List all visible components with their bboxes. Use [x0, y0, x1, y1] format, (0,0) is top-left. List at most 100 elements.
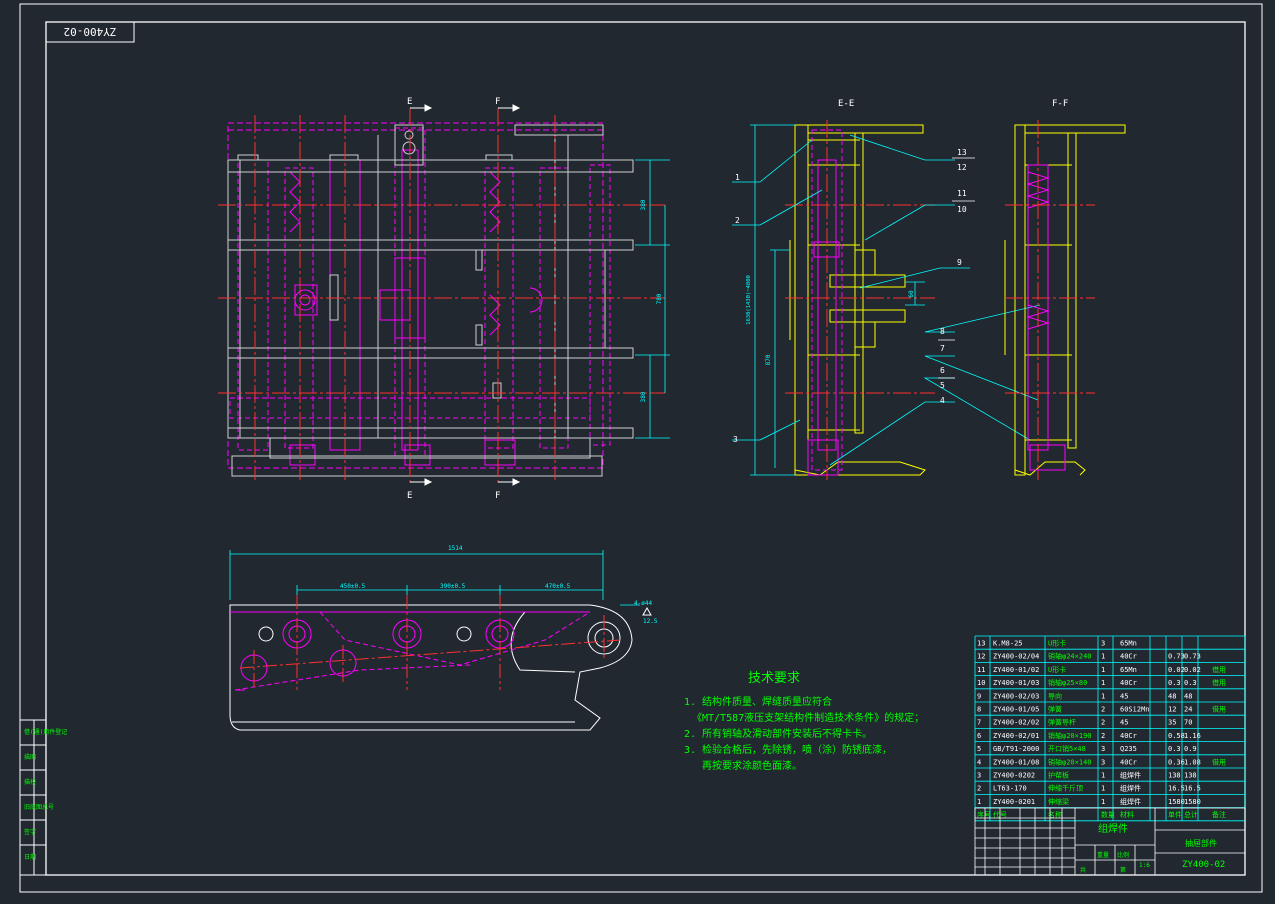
- bom-cell: 0.3: [1184, 679, 1197, 687]
- dim-plan-top: 380: [640, 199, 647, 210]
- leader-7: 7: [940, 344, 945, 353]
- leader-9: 9: [957, 258, 962, 267]
- bom-cell: U形卡: [1048, 665, 1066, 674]
- section-f-hidden: [1026, 164, 1066, 471]
- leader-12: 12: [957, 163, 967, 172]
- bom-cell: 1.16: [1184, 732, 1201, 740]
- bom-cell: ZY400-01/05: [993, 706, 1039, 714]
- bom-cell: 借用: [1212, 705, 1226, 714]
- bom-cell: 组焊件: [1120, 771, 1141, 780]
- bom-cell: 16.5: [1184, 785, 1201, 793]
- section-e-dims: [750, 124, 925, 476]
- bom-cell: 0.36: [1168, 758, 1185, 766]
- bom-cell: 弹簧导杆: [1048, 718, 1076, 727]
- bom-cell: K.M8-25: [993, 640, 1023, 648]
- dim-plan-bottom: 380: [640, 391, 647, 402]
- tech-line-5: 再按要求涂颜色面漆。: [684, 759, 802, 772]
- bom-cell: 0.3: [1168, 745, 1181, 753]
- bom-cell: 借用: [1212, 757, 1226, 766]
- bom-cell: 11: [977, 666, 985, 674]
- plan-outline: [227, 124, 634, 477]
- leader-labels-left: 1 2 3: [733, 173, 740, 444]
- dim-elev-seg2: 390±0.5: [440, 583, 466, 590]
- dim-elev-hole-r: 12.5: [643, 618, 658, 625]
- side-label-5: 签字: [24, 828, 36, 836]
- bom-cell: 12: [977, 653, 985, 661]
- bom-cell: 12: [1168, 706, 1176, 714]
- bom-cell: 65Mn: [1120, 666, 1137, 674]
- dim-elev-hole: 4-ø44: [634, 600, 652, 607]
- side-label-1: 借(通)用件登记: [24, 728, 67, 736]
- bom-header: 材料: [1120, 810, 1134, 819]
- corner-label-box: ZY400-02: [45, 21, 135, 43]
- leader-2: 2: [735, 216, 740, 225]
- plan-hidden: [227, 122, 611, 469]
- bom-cell: Q235: [1120, 745, 1137, 753]
- bom-header: 数量: [1101, 810, 1115, 819]
- section-f-view: F-F: [1004, 99, 1126, 480]
- bom-cell: 借用: [1212, 665, 1226, 674]
- bom-cell: ZY400-0201: [993, 798, 1035, 806]
- elevation-view: 1514 450±0.5 390±0.5 470±0.5 4-ø44 12.5: [229, 545, 658, 731]
- bom-cell: 开口销5×48: [1048, 744, 1086, 753]
- leader-5: 5: [940, 381, 945, 390]
- bom-cell: 7: [977, 719, 981, 727]
- bom-cell: 48: [1168, 692, 1176, 700]
- weight-label: 重量: [1097, 851, 1109, 859]
- side-label-6: 日期: [24, 853, 36, 861]
- bom-cell: 1: [1101, 679, 1105, 687]
- bom-cell: 0.58: [1168, 732, 1185, 740]
- sheet-label: 共: [1080, 866, 1086, 874]
- bom-cell: 40Cr: [1120, 732, 1137, 740]
- dim-section-gap: 60: [908, 290, 915, 298]
- side-label-4: 旧底图总号: [24, 803, 54, 811]
- leader-8: 8: [940, 327, 945, 336]
- bom-cell: ZY400-02/03: [993, 692, 1039, 700]
- section-e-outline: [789, 124, 926, 476]
- bom-cell: 65Mn: [1120, 640, 1137, 648]
- bom-cell: ZY400-01/02: [993, 666, 1039, 674]
- section-e-title: E-E: [838, 99, 854, 109]
- cad-sheet: ZY400-02 借(通)用件登记 描图 描校 旧底图总号 签字 日期 E F …: [19, 3, 1263, 893]
- side-label-2: 描图: [24, 753, 36, 761]
- bom-cell: 1: [1101, 653, 1105, 661]
- bom-cell: 24: [1184, 706, 1192, 714]
- bom-cell: 0.02: [1168, 666, 1185, 674]
- bom-cell: 0.73: [1168, 653, 1185, 661]
- scale-label: 比例: [1117, 851, 1129, 859]
- section-f-title: F-F: [1052, 99, 1068, 109]
- bom-cell: 1: [1101, 692, 1105, 700]
- bom-cell: 销轴φ24×240: [1048, 652, 1092, 661]
- bom-cell: 13: [977, 640, 985, 648]
- bom-cell: 3: [1101, 758, 1105, 766]
- bom-header: 备注: [1212, 810, 1226, 819]
- bom-cell: ZY400-01/08: [993, 758, 1039, 766]
- bom-cell: 48: [1184, 692, 1192, 700]
- side-label-3: 描校: [24, 778, 36, 786]
- tech-title: 技术要求: [748, 671, 800, 686]
- leader-4: 4: [940, 396, 945, 405]
- bom-cell: ZY400-02/02: [993, 719, 1039, 727]
- bom-cell: 0.3: [1168, 679, 1181, 687]
- elev-hidden: [230, 611, 591, 691]
- plan-view: E F E F 380 780 380: [218, 97, 670, 501]
- leader-3: 3: [733, 435, 738, 444]
- bom-cell: 40Cr: [1120, 653, 1137, 661]
- leader-10: 10: [957, 205, 967, 214]
- bom-cell: 4: [977, 758, 981, 766]
- leader-6: 6: [940, 366, 945, 375]
- section-f-outline: [1004, 124, 1126, 476]
- bom-cell: 35: [1168, 719, 1176, 727]
- bom-cell: 8: [977, 706, 981, 714]
- bom-cell: 70: [1184, 719, 1192, 727]
- bom-cell: 9: [977, 692, 981, 700]
- bom-cell: 伸缩梁: [1048, 797, 1069, 806]
- datum-triangle: [642, 606, 652, 616]
- bom-cell: 弹簧: [1048, 705, 1062, 714]
- bom-cell: 3: [1101, 640, 1105, 648]
- bom-cell: LT63-170: [993, 785, 1027, 793]
- bom-cell: 10: [977, 679, 985, 687]
- cut-e-top: E: [407, 97, 412, 107]
- bom-cell: 3: [977, 772, 981, 780]
- leaders-e: [732, 134, 1041, 466]
